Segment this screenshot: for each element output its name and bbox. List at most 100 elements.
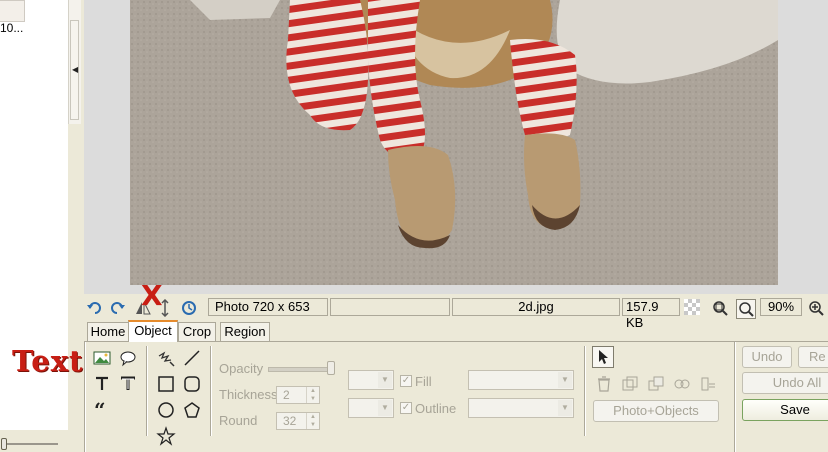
separator: [584, 346, 586, 436]
rectangle-tool[interactable]: [156, 374, 176, 394]
outline-checkbox[interactable]: ✓: [400, 402, 412, 414]
chevron-down-icon: ▼: [558, 400, 572, 416]
text-annotation: Text: [12, 344, 84, 378]
tab-crop[interactable]: Crop: [178, 322, 216, 342]
collapse-panel-button[interactable]: ◀: [70, 20, 79, 120]
x-mark-annotation: X: [141, 279, 163, 312]
undo-button[interactable]: Undo: [742, 346, 792, 368]
opacity-slider-track[interactable]: [268, 367, 334, 372]
undo-all-button[interactable]: Undo All: [742, 372, 828, 394]
layers-icon: [701, 377, 715, 391]
text-tool[interactable]: [92, 374, 112, 394]
transparency-checker-icon[interactable]: [684, 299, 700, 315]
zoom-fit-icon[interactable]: [711, 299, 729, 317]
save-button[interactable]: Save: [742, 399, 828, 421]
redo-button[interactable]: Re: [798, 346, 828, 368]
speech-bubble-tool[interactable]: [118, 348, 138, 368]
object-tools-panel: “ Opacity Thickness 2 ▲ ▼ Round 32 ▲ ▼ ▼ ✓ F…: [84, 342, 828, 452]
properties-tool[interactable]: [698, 374, 718, 394]
quote-tool[interactable]: “: [92, 398, 112, 422]
svg-text:“: “: [94, 400, 106, 420]
image-icon: [93, 351, 111, 365]
spinner-arrows-icon[interactable]: ▲ ▼: [306, 387, 319, 403]
opacity-label: Opacity: [219, 361, 264, 376]
select-tool[interactable]: [592, 346, 614, 368]
photo-image: [130, 0, 778, 285]
chevron-down-icon: ▼: [378, 372, 392, 388]
tab-strip: Home Object Crop Region: [84, 320, 828, 342]
photo-canvas[interactable]: [84, 0, 828, 294]
opacity-slider-thumb[interactable]: [327, 361, 335, 375]
send-backward-icon: [674, 379, 690, 389]
ellipse-tool[interactable]: [156, 400, 176, 420]
zoom-level: 90%: [760, 298, 802, 316]
fill-label: Fill: [415, 374, 432, 389]
thumbnail-size-slider-thumb[interactable]: [1, 438, 7, 450]
rectangle-icon: [158, 376, 174, 392]
tab-region[interactable]: Region: [220, 322, 270, 342]
round-value: 32: [283, 414, 297, 428]
chevron-left-icon: ◀: [72, 65, 79, 74]
duplicate-icon: [622, 376, 638, 391]
bring-forward-tool[interactable]: [646, 374, 666, 394]
auto-rotate-icon[interactable]: [180, 299, 198, 317]
outline-style-dropdown[interactable]: ▼: [348, 398, 394, 418]
duplicate-tool[interactable]: [620, 374, 640, 394]
trash-icon: [598, 376, 610, 392]
arrange-delete-tool[interactable]: [594, 374, 614, 394]
separator: [146, 346, 148, 436]
pentagon-icon: [184, 402, 200, 418]
star-tool[interactable]: [156, 426, 176, 446]
photo-thumbnail[interactable]: [0, 0, 25, 22]
line-icon: [184, 350, 200, 366]
text-t-icon: [96, 376, 108, 390]
thickness-spinner[interactable]: 2 ▲ ▼: [276, 386, 320, 404]
tab-object[interactable]: Object: [128, 320, 178, 342]
insert-image-tool[interactable]: [92, 348, 112, 368]
tab-home[interactable]: Home: [87, 322, 129, 342]
rotate-right-icon[interactable]: [108, 299, 126, 317]
rounded-rectangle-icon: [184, 376, 200, 392]
thickness-label: Thickness: [219, 387, 278, 402]
rotate-left-icon[interactable]: [86, 299, 104, 317]
photo-dimensions: Photo 720 x 653: [208, 298, 328, 316]
text-outline-tool[interactable]: [118, 374, 138, 394]
send-backward-tool[interactable]: [672, 374, 692, 394]
status-bar: Photo 720 x 653 2d.jpg 157.9 KB 90%: [84, 296, 828, 330]
bring-forward-icon: [648, 376, 664, 391]
separator: [734, 342, 736, 452]
status-empty-field: [330, 298, 450, 316]
outline-label: Outline: [415, 401, 457, 416]
zoom-in-icon[interactable]: [807, 299, 825, 317]
chevron-down-icon: ▼: [378, 400, 392, 416]
panel-left-border: [84, 342, 86, 452]
file-size: 157.9 KB: [622, 298, 680, 330]
thickness-value: 2: [283, 388, 290, 402]
spinner-arrows-icon[interactable]: ▲ ▼: [306, 413, 319, 429]
pencil-scribble-icon: [158, 351, 175, 367]
fill-style-dropdown[interactable]: ▼: [348, 370, 394, 390]
file-name: 2d.jpg: [452, 298, 620, 316]
rounded-rectangle-tool[interactable]: [182, 374, 202, 394]
thumbnail-label: 10...: [0, 21, 24, 35]
speech-bubble-icon: [120, 351, 136, 367]
outline-color-dropdown[interactable]: ▼: [468, 398, 574, 418]
cursor-arrow-icon: [599, 350, 608, 364]
outlined-text-icon: [121, 376, 135, 390]
separator: [210, 346, 212, 436]
star-icon: [156, 426, 176, 446]
quote-icon: “: [94, 398, 106, 422]
line-tool[interactable]: [182, 348, 202, 368]
circle-icon: [158, 402, 174, 418]
thumbnail-size-slider-track[interactable]: [2, 443, 58, 445]
fill-checkbox[interactable]: ✓: [400, 375, 412, 387]
freehand-tool[interactable]: [156, 348, 176, 368]
polygon-tool[interactable]: [182, 400, 202, 420]
chevron-down-icon: ▼: [558, 372, 572, 388]
fill-color-dropdown[interactable]: ▼: [468, 370, 574, 390]
round-spinner[interactable]: 32 ▲ ▼: [276, 412, 320, 430]
thumbnail-size-bar: [0, 430, 84, 452]
round-label: Round: [219, 413, 258, 428]
zoom-actual-icon[interactable]: [736, 299, 756, 319]
photo-objects-button[interactable]: Photo+Objects: [593, 400, 719, 422]
